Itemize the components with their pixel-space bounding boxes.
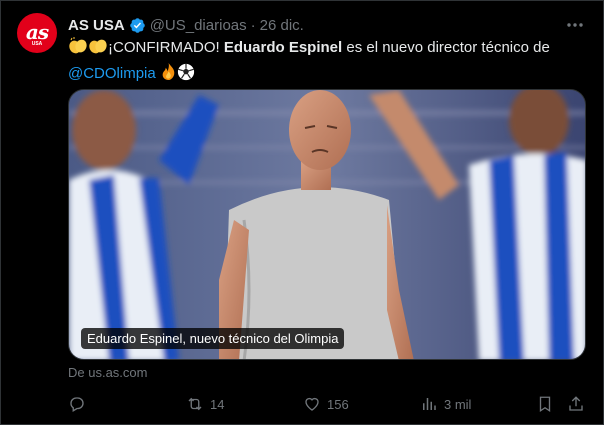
author-name[interactable]: AS USA [68, 17, 125, 34]
tweet-image[interactable]: Eduardo Espinel, nuevo técnico del Olimp… [68, 89, 586, 360]
tweet-card[interactable]: as USA AS USA @US_diarioas · 26 dic. ¡CO… [0, 0, 604, 425]
link-source[interactable]: De us.as.com [68, 365, 147, 380]
reply-icon [70, 397, 84, 412]
views-count: 3 mil [444, 396, 472, 412]
author-handle[interactable]: @US_diarioas [150, 17, 247, 34]
tweet-header: AS USA @US_diarioas · 26 dic. [68, 15, 304, 35]
clap-emoji [68, 37, 88, 62]
tweet-text: ¡CONFIRMADO! Eduardo Espinel es el nuevo… [68, 37, 588, 88]
header-separator: · [250, 16, 256, 34]
clap-emoji [88, 37, 108, 62]
image-caption: Eduardo Espinel, nuevo técnico del Olimp… [81, 328, 345, 349]
like-count: 156 [327, 396, 349, 412]
soccer-ball-emoji [177, 63, 195, 88]
fire-emoji [160, 62, 177, 88]
like-button[interactable]: 156 [303, 393, 349, 415]
photo-coach-eduardo-espinel [69, 90, 585, 359]
more-icon[interactable] [565, 15, 585, 35]
bookmark-icon [539, 396, 551, 413]
like-icon [305, 397, 319, 411]
avatar[interactable]: as USA [17, 13, 57, 53]
tweet-text-bold-name: Eduardo Espinel [223, 39, 343, 56]
verified-icon [129, 17, 146, 34]
tweet-text-part2: es el nuevo director técnico de [342, 39, 550, 56]
action-bar: 14 156 3 mil [68, 393, 586, 415]
views-button[interactable]: 3 mil [420, 393, 471, 415]
tweet-date[interactable]: 26 dic. [260, 17, 304, 34]
retweet-count: 14 [210, 396, 225, 412]
tweet-text-part1: ¡CONFIRMADO! [108, 39, 224, 56]
share-icon [569, 396, 583, 411]
share-button[interactable] [567, 393, 591, 415]
mention-link[interactable]: @CDOlimpia [68, 65, 156, 82]
avatar-logo-subtext: USA [31, 41, 43, 47]
views-icon [423, 398, 436, 410]
retweet-button[interactable]: 14 [186, 393, 224, 415]
avatar-logo-text: as [25, 19, 49, 44]
retweet-icon [188, 397, 202, 411]
bookmark-button[interactable] [536, 393, 560, 415]
reply-button[interactable] [68, 393, 92, 415]
